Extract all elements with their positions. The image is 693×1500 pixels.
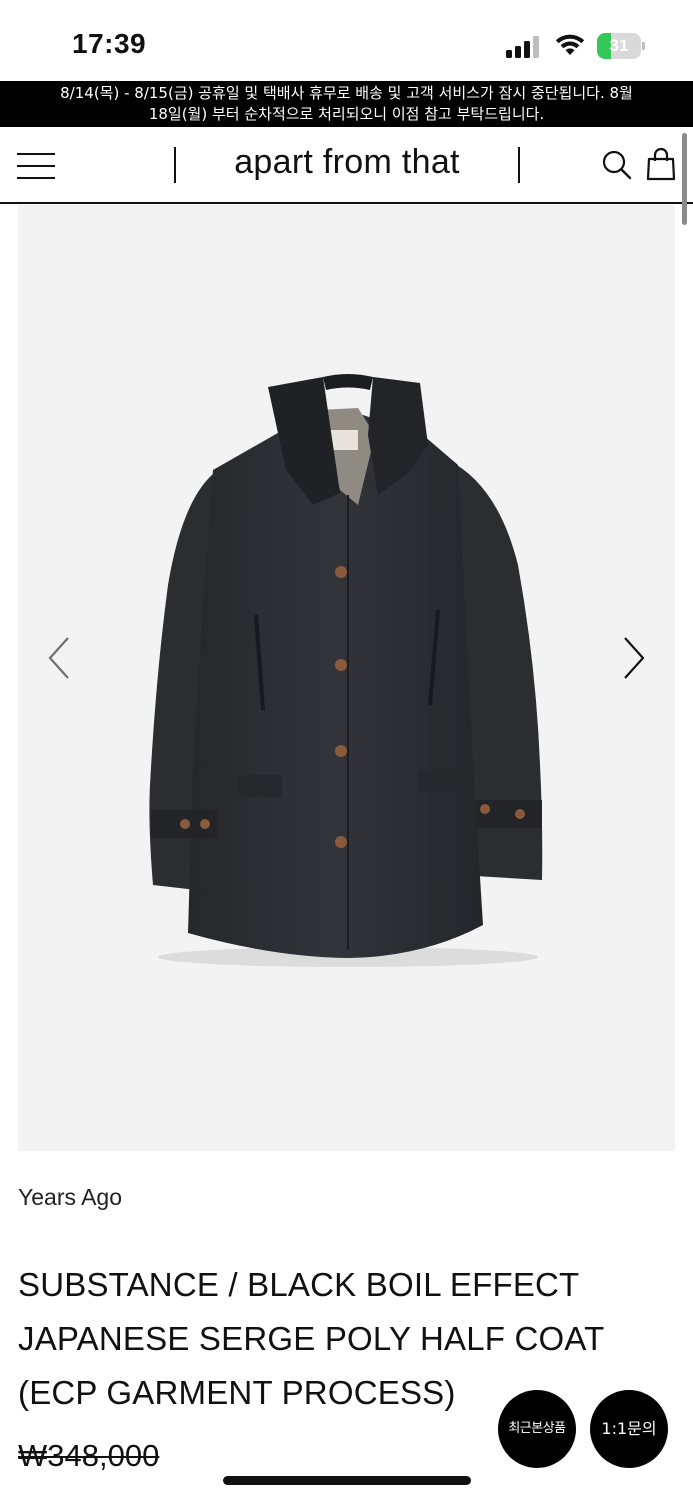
product-brand[interactable]: Years Ago — [18, 1184, 122, 1211]
site-logo[interactable]: apart from that — [176, 143, 518, 182]
battery-level: 31 — [609, 36, 629, 55]
product-image-gallery[interactable] — [18, 205, 675, 1151]
recent-items-button[interactable]: 최근본상품 — [498, 1390, 576, 1468]
chevron-left-icon[interactable] — [46, 635, 72, 681]
product-title: SUBSTANCE / BLACK BOIL EFFECT JAPANESE S… — [18, 1258, 658, 1420]
status-bar: 17:39 31 — [0, 0, 693, 80]
product-price: ₩348,000 — [18, 1438, 160, 1473]
status-time: 17:39 — [72, 28, 147, 59]
notice-banner: 8/14(목) - 8/15(금) 공휴일 및 택배사 휴무로 배송 및 고객 … — [0, 81, 693, 127]
wifi-icon — [555, 34, 585, 55]
page-scrollbar[interactable] — [682, 133, 687, 225]
shopping-bag-icon[interactable] — [645, 147, 677, 181]
chevron-right-icon[interactable] — [621, 635, 647, 681]
cellular-signal-icon — [506, 36, 542, 58]
battery-icon: 31 — [597, 33, 645, 59]
inquiry-button[interactable]: 1:1문의 — [590, 1390, 668, 1468]
home-indicator — [223, 1476, 471, 1485]
header-divider-right — [518, 147, 520, 183]
site-header: apart from that — [0, 127, 693, 204]
product-title-line: SUBSTANCE / BLACK BOIL EFFECT — [18, 1266, 580, 1303]
notice-line-1: 8/14(목) - 8/15(금) 공휴일 및 택배사 휴무로 배송 및 고객 … — [60, 84, 633, 102]
search-icon[interactable] — [601, 149, 633, 181]
menu-icon[interactable] — [17, 152, 55, 180]
notice-line-2: 18일(월) 부터 순차적으로 처리되오니 이점 참고 부탁드립니다. — [148, 105, 545, 123]
product-title-line: JAPANESE SERGE POLY HALF COAT — [18, 1320, 605, 1357]
product-photo-coat — [149, 374, 543, 967]
